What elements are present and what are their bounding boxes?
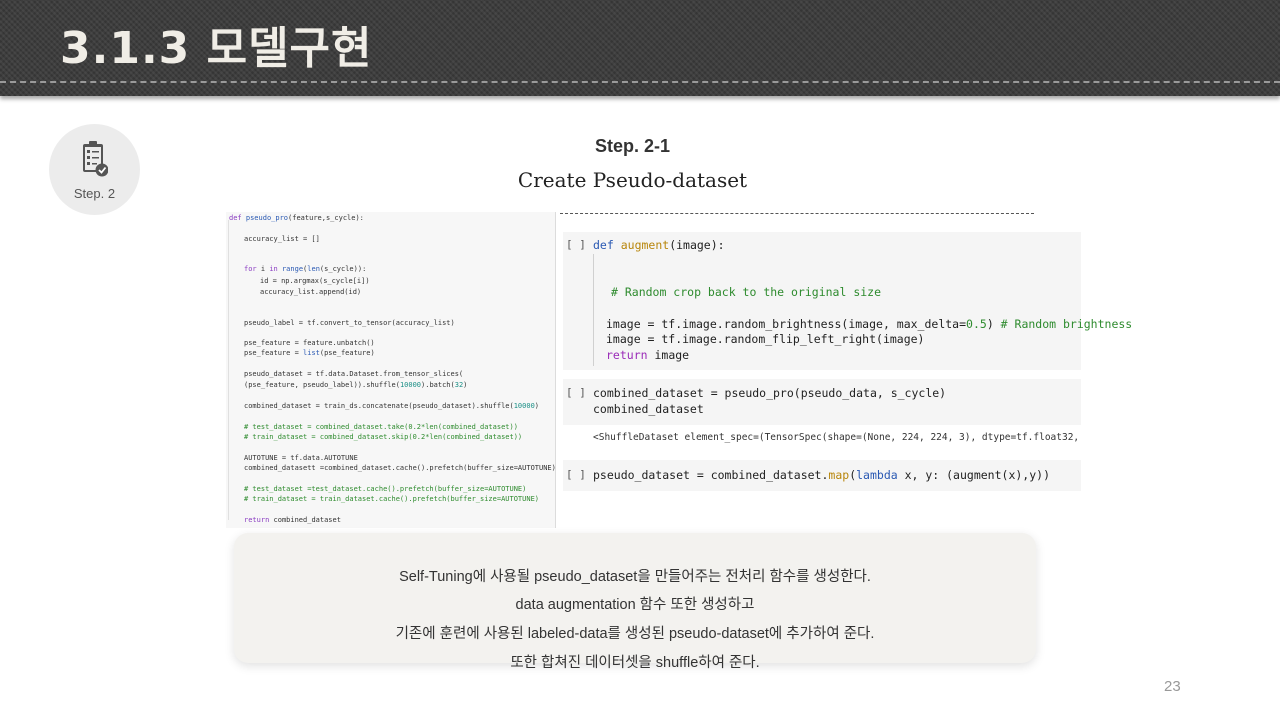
notebook-cell-map[interactable]: [ ] pseudo_dataset = combined_dataset.ma… bbox=[563, 460, 1081, 491]
indent-guide bbox=[228, 220, 229, 520]
code-line: pseudo_dataset = tf.data.Dataset.from_te… bbox=[244, 370, 464, 378]
left-code-panel: def pseudo_pro(feature,s_cycle): accurac… bbox=[226, 212, 556, 528]
indent-guide bbox=[593, 254, 594, 366]
code-line: return combined_dataset bbox=[244, 516, 341, 524]
notebook-cell-augment[interactable]: [ ] def augment(image): # Random crop ba… bbox=[563, 232, 1132, 370]
code-line: def augment(image): bbox=[593, 238, 725, 252]
step-subtitle: Create Pseudo-dataset bbox=[517, 168, 748, 192]
code-comment: # test_dataset =test_dataset.cache().pre… bbox=[244, 485, 527, 493]
code-line: combined_datasett =combined_dataset.cach… bbox=[244, 464, 556, 472]
cell-output: <ShuffleDataset element_spec=(TensorSpec… bbox=[593, 432, 1081, 443]
code-line: accuracy_list = [] bbox=[244, 235, 320, 243]
step-heading: Step. 2-1 bbox=[594, 136, 671, 156]
code-line: combined_dataset bbox=[593, 402, 704, 416]
description-line: 또한 합쳐진 데이터셋을 shuffle하여 준다. bbox=[510, 655, 760, 671]
header-bar: 3.1.3 모델구현 bbox=[0, 0, 1280, 96]
code-line: def pseudo_pro(feature,s_cycle): bbox=[229, 214, 364, 222]
notebook-cell-combine[interactable]: [ ] combined_dataset = pseudo_pro(pseudo… bbox=[563, 379, 1081, 425]
code-line: accuracy_list.append(id) bbox=[260, 288, 362, 296]
code-line: pseudo_dataset = combined_dataset.map(la… bbox=[593, 468, 1050, 482]
code-line: pse_feature = list(pse_feature) bbox=[244, 349, 375, 357]
code-line: AUTOTUNE = tf.data.AUTOTUNE bbox=[244, 454, 358, 462]
description-line: Self-Tuning에 사용될 pseudo_dataset을 만들어주는 전… bbox=[399, 569, 871, 585]
code-line: id = np.argmax(s_cycle[i]) bbox=[260, 277, 370, 285]
cell-run-bracket[interactable]: [ ] bbox=[566, 386, 586, 399]
code-line: image = tf.image.random_flip_left_right(… bbox=[606, 332, 925, 346]
code-line: image = tf.image.random_brightness(image… bbox=[606, 317, 1133, 331]
cell-run-bracket[interactable]: [ ] bbox=[566, 468, 586, 481]
description-box: Self-Tuning에 사용될 pseudo_dataset을 만들어주는 전… bbox=[234, 533, 1036, 671]
description-line: data augmentation 함수 또한 생성하고 bbox=[515, 597, 755, 613]
code-comment: # test_dataset = combined_dataset.take(0… bbox=[244, 423, 518, 431]
code-line: return image bbox=[606, 348, 690, 362]
code-line: pseudo_label = tf.convert_to_tensor(accu… bbox=[244, 319, 455, 327]
page-number: 23 bbox=[1164, 678, 1181, 695]
code-line: for i in range(len(s_cycle)): bbox=[244, 265, 367, 273]
code-line: (pse_feature, pseudo_label)).shuffle(100… bbox=[244, 381, 468, 389]
code-line: combined_dataset = pseudo_pro(pseudo_dat… bbox=[593, 386, 947, 400]
description-line: 기존에 훈련에 사용된 labeled-data를 생성된 pseudo-dat… bbox=[395, 626, 875, 642]
code-line: pse_feature = feature.unbatch() bbox=[244, 339, 375, 347]
slide-title: 3.1.3 모델구현 bbox=[60, 23, 373, 74]
code-comment: # train_dataset = train_dataset.cache().… bbox=[244, 495, 540, 503]
code-comment: # Random crop back to the original size bbox=[611, 285, 882, 299]
code-line: combined_dataset = train_ds.concatenate(… bbox=[244, 402, 540, 410]
dashed-divider bbox=[560, 213, 1034, 214]
header-stitch-divider bbox=[0, 81, 1280, 83]
code-comment: # train_dataset = combined_dataset.skip(… bbox=[244, 433, 523, 441]
cell-run-bracket[interactable]: [ ] bbox=[566, 238, 586, 251]
